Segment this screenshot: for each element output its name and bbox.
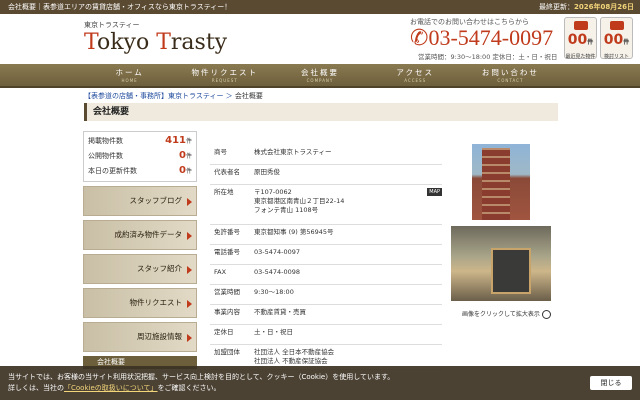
nav-access[interactable]: アクセス ACCESS <box>368 64 463 86</box>
header: 東京トラスティー Tokyo Trasty お電話でのお問い合わせはこちらから … <box>0 14 640 64</box>
eye-icon <box>574 21 588 30</box>
table-row: 免許番号 東京都知事 (9) 第56945号 <box>210 225 442 245</box>
table-row: 所在地 〒107-0062 東京都港区南青山２丁目22-14 フォンテ青山 1108号… <box>210 185 442 225</box>
logo[interactable]: Tokyo Trasty <box>84 30 227 55</box>
table-row: 事業内容 不動産賃貸・売買 <box>210 305 442 325</box>
cookie-text-2: 詳しくは、当社の「Cookieの取扱いについて」をご確認ください。 <box>8 384 221 392</box>
cookie-policy-link[interactable]: 「Cookieの取扱いについて」 <box>64 384 158 392</box>
nav-contact[interactable]: お問い合わせ CONTACT <box>463 64 558 86</box>
cookie-text-1: 当サイトでは、お客様の当サイト利用状況把握、サービス向上検討を目的として、クッキ… <box>8 373 395 381</box>
staff-blog-button[interactable]: スタッフブログ <box>83 186 197 216</box>
review-list-button[interactable]: 00件 検討リスト <box>600 17 633 60</box>
company-info-table: 商号 株式会社東京トラスティー 代表者名 原田秀俊 所在地 〒107-0062 東京都港… <box>210 145 442 370</box>
stat-public: 公開物件数 0件 <box>88 150 192 161</box>
photo-caption: 画像をクリックして拡大表示 <box>462 309 551 319</box>
recent-viewed-button[interactable]: 00件 最近見た物件 <box>564 17 597 60</box>
global-nav: ホーム HOME 物件リクエスト REQUEST 会社概要 COMPANY アクセス A… <box>0 64 640 88</box>
page-title: 会社概要 <box>84 103 558 121</box>
nav-company[interactable]: 会社概要 COMPANY <box>272 64 367 86</box>
entrance-photo[interactable] <box>451 226 551 301</box>
nearby-facilities-button[interactable]: 周辺施設情報 <box>83 322 197 352</box>
magnifier-icon <box>541 310 551 319</box>
table-row: 定休日 土・日・祝日 <box>210 325 442 345</box>
nav-request[interactable]: 物件リクエスト REQUEST <box>177 64 272 86</box>
stat-listed: 掲載物件数 411件 <box>88 135 192 146</box>
phone-number[interactable]: ✆03-5474-0097 <box>410 24 553 52</box>
business-hours: 営業時間：9:30〜18:00 定休日：土・日・祝日 <box>418 53 558 61</box>
stats-box: 掲載物件数 411件 公開物件数 0件 本日の更新件数 0件 <box>83 131 197 182</box>
table-row: 営業時間 9:30〜18:00 <box>210 285 442 305</box>
table-row: 商号 株式会社東京トラスティー <box>210 145 442 165</box>
breadcrumb-home-link[interactable]: 【表参道の店舗・事務所】東京トラスティー <box>84 92 223 100</box>
logo-subtitle: 東京トラスティー <box>84 21 140 29</box>
closed-deals-button[interactable]: 成約済み物件データ <box>83 220 197 250</box>
stat-updated-today: 本日の更新件数 0件 <box>88 165 192 176</box>
cookie-banner: 当サイトでは、お客様の当サイト利用状況把握、サービス向上検討を目的として、クッキ… <box>0 366 640 400</box>
building-photo[interactable] <box>472 144 530 220</box>
cookie-close-button[interactable]: 閉じる <box>590 376 632 390</box>
last-updated: 最終更新：2026年08月26日 <box>539 3 634 11</box>
property-request-button[interactable]: 物件リクエスト <box>83 288 197 318</box>
table-row: 電話番号 03-5474-0097 <box>210 245 442 265</box>
heart-icon <box>610 21 624 30</box>
table-row: 代表者名 原田秀俊 <box>210 165 442 185</box>
top-bar: 会社概要｜表参道エリアの賃貸店舗・オフィスなら東京トラスティー！ 最終更新：20… <box>0 0 640 14</box>
breadcrumb: 【表参道の店舗・事務所】東京トラスティー ＞ 会社概要 <box>84 92 263 100</box>
breadcrumb-current: 会社概要 <box>234 92 263 100</box>
staff-intro-button[interactable]: スタッフ紹介 <box>83 254 197 284</box>
nav-home[interactable]: ホーム HOME <box>82 64 177 86</box>
site-tagline: 会社概要｜表参道エリアの賃貸店舗・オフィスなら東京トラスティー！ <box>8 3 232 11</box>
table-row: FAX 03-5474-0098 <box>210 265 442 285</box>
map-button[interactable]: MAP <box>427 188 442 196</box>
sidebar: 掲載物件数 411件 公開物件数 0件 本日の更新件数 0件 スタッフブログ 成約済み… <box>83 131 197 369</box>
